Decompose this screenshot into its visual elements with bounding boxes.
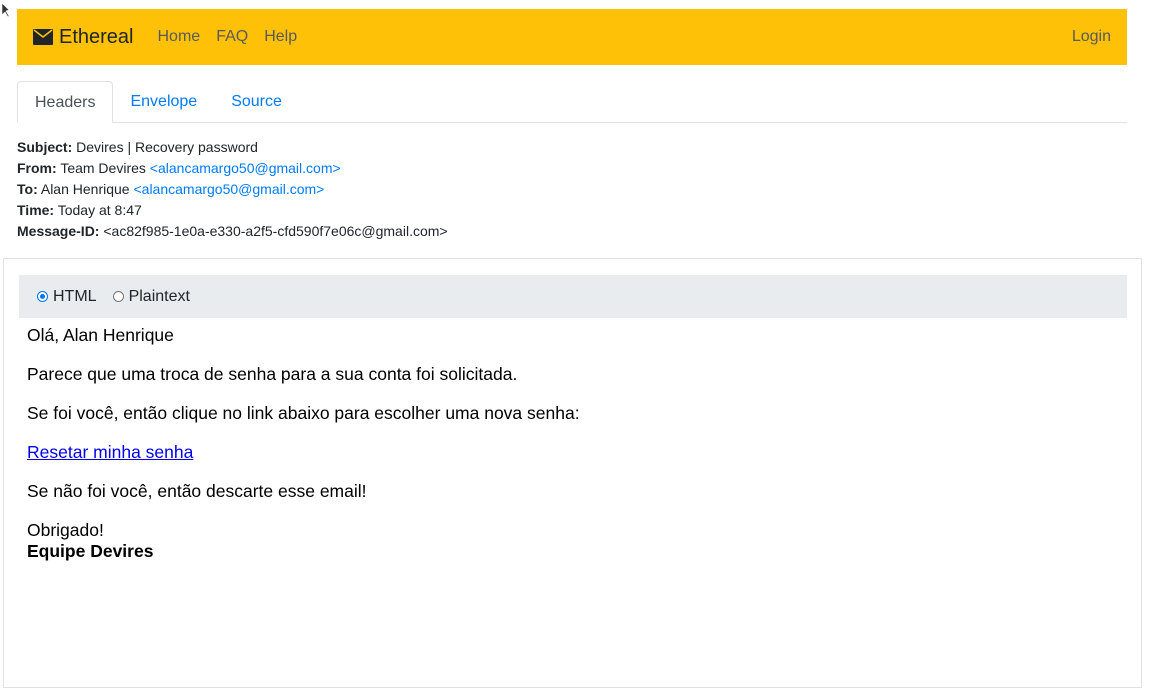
time-value: Today at 8:47 [57, 202, 142, 218]
mouse-cursor-icon [1, 2, 9, 18]
envelope-icon [33, 29, 53, 45]
plaintext-radio[interactable] [112, 291, 124, 302]
message-preview-frame: HTML Plaintext Olá, Alan Henrique Parece… [3, 258, 1142, 688]
format-selector: HTML Plaintext [19, 275, 1127, 318]
email-greeting: Olá, Alan Henrique [27, 325, 174, 345]
format-label: HTML [53, 287, 97, 305]
to-email-link[interactable]: <alancamargo50@gmail.com> [133, 181, 324, 197]
header-label: Subject: [17, 139, 73, 155]
header-subject: Subject: Devires | Recovery password [17, 137, 448, 158]
from-email-link[interactable]: <alancamargo50@gmail.com> [150, 160, 341, 176]
email-body: Olá, Alan Henrique Parece que uma troca … [27, 325, 580, 562]
tab-source[interactable]: Source [214, 81, 299, 122]
login-link[interactable]: Login [1072, 28, 1111, 46]
email-paragraph: Se foi você, então clique no link abaixo… [27, 403, 580, 423]
header-label: Time: [17, 202, 55, 218]
format-label: Plaintext [128, 287, 190, 305]
email-thanks: Obrigado! [27, 520, 104, 540]
header-from: From: Team Devires <alancamargo50@gmail.… [17, 158, 448, 179]
subject-value: Devires | Recovery password [76, 139, 258, 155]
header-time: Time: Today at 8:47 [17, 200, 448, 221]
brand-name: Ethereal [59, 25, 134, 48]
tab-envelope[interactable]: Envelope [113, 81, 214, 122]
html-radio[interactable] [37, 291, 48, 302]
message-tabs: Headers Envelope Source [17, 81, 1127, 123]
nav-link-home[interactable]: Home [158, 28, 201, 46]
message-headers: Subject: Devires | Recovery password Fro… [17, 137, 448, 242]
nav-link-help[interactable]: Help [264, 28, 297, 46]
email-paragraph: Se não foi você, então descarte esse ema… [27, 481, 367, 501]
from-name: Team Devires [60, 160, 146, 176]
reset-password-link[interactable]: Resetar minha senha [27, 442, 193, 462]
header-label: To: [17, 181, 38, 197]
message-id-value: <ac82f985-1e0a-e330-a2f5-cfd590f7e06c@gm… [103, 223, 448, 239]
email-paragraph: Parece que uma troca de senha para a sua… [27, 364, 518, 384]
format-option-plaintext[interactable]: Plaintext [112, 287, 190, 306]
header-label: From: [17, 160, 57, 176]
email-signature: Equipe Devires [27, 541, 154, 561]
nav-link-faq[interactable]: FAQ [216, 28, 248, 46]
format-option-html[interactable]: HTML [37, 288, 97, 306]
top-navbar: Ethereal Home FAQ Help Login [17, 9, 1127, 65]
header-to: To: Alan Henrique <alancamargo50@gmail.c… [17, 179, 448, 200]
tab-headers[interactable]: Headers [17, 81, 114, 123]
header-message-id: Message-ID: <ac82f985-1e0a-e330-a2f5-cfd… [17, 221, 448, 242]
header-label: Message-ID: [17, 223, 100, 239]
brand[interactable]: Ethereal [33, 26, 134, 49]
to-name: Alan Henrique [40, 181, 130, 197]
